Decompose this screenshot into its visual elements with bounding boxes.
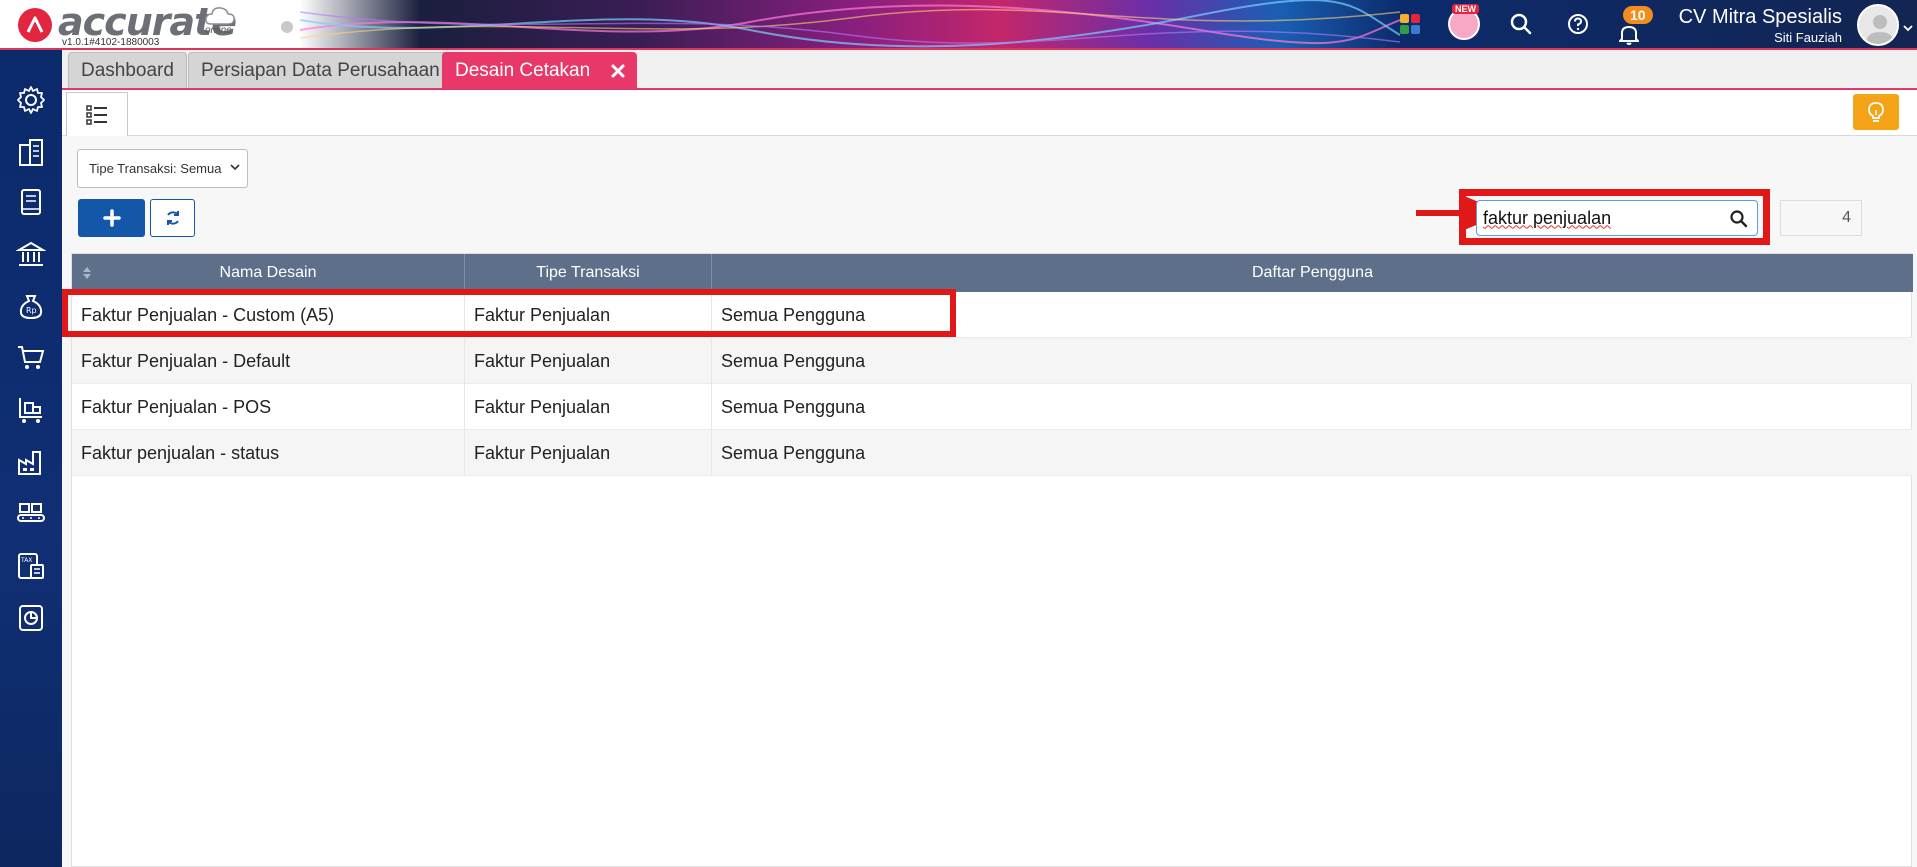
new-badge: NEW [1452,4,1479,14]
help-icon[interactable] [1566,12,1590,36]
sort-icon[interactable] [82,266,92,280]
tax-icon[interactable]: TAX [13,548,49,584]
search-icon[interactable] [1509,12,1533,36]
gear-icon[interactable] [13,82,49,118]
column-header-tipe-transaksi[interactable]: Tipe Transaksi [465,254,712,292]
cell-tipe-transaksi: Faktur Penjualan [465,384,712,430]
tab-desain-cetakan-label: Desain Cetakan [455,60,591,81]
conveyor-icon[interactable] [13,496,49,532]
bell-icon[interactable] [1617,22,1641,46]
report-icon[interactable] [13,600,49,636]
bank-icon[interactable] [13,236,49,272]
accurate-logo-icon[interactable] [18,8,52,42]
version-label: v1.0.1#4102-1880003 [62,37,160,48]
table-row[interactable]: Faktur Penjualan - POS Faktur Penjualan … [72,384,1913,430]
transaction-type-filter[interactable]: Tipe Transaksi: Semua [77,149,248,188]
user-name[interactable]: Siti Fauziah [1774,30,1842,45]
notification-count-badge: 10 [1623,6,1653,24]
tips-button[interactable] [1853,94,1899,130]
filter-label: Tipe Transaksi: Semua [89,161,222,176]
tab-dashboard[interactable]: Dashboard [68,52,187,88]
view-toolbar [62,92,1917,136]
svg-text:TAX: TAX [20,557,32,564]
factory-icon[interactable] [13,444,49,480]
design-table: Nama Desain Tipe Transaksi Daftar Penggu… [71,253,1913,867]
cell-daftar-pengguna: Semua Pengguna [721,351,866,371]
cell-daftar-pengguna: Semua Pengguna [721,397,866,417]
book-icon[interactable] [13,184,49,220]
column-header-daftar-pengguna[interactable]: Daftar Pengguna [712,254,1913,292]
table-row[interactable]: Faktur Penjualan - Custom (A5) Faktur Pe… [72,292,1913,338]
money-bag-icon[interactable]: Rp [13,288,49,324]
list-icon [86,104,107,125]
logo-subtitle: online [205,25,232,36]
search-icon[interactable] [1729,209,1749,229]
tab-desain-cetakan[interactable]: Desain Cetakan [442,52,638,88]
cell-daftar-pengguna: Semua Pengguna [721,305,866,325]
table-header: Nama Desain Tipe Transaksi Daftar Penggu… [72,254,1913,292]
tab-strip: Dashboard Persiapan Data Perusahaan Desa… [62,50,1917,90]
company-name[interactable]: CV Mitra Spesialis [1679,6,1842,29]
cell-tipe-transaksi: Faktur Penjualan [465,430,712,476]
building-icon[interactable] [13,134,49,170]
close-icon[interactable] [610,63,626,79]
cell-tipe-transaksi: Faktur Penjualan [465,338,712,384]
lightbulb-icon [1868,102,1884,122]
status-dot [281,21,293,33]
cell-nama-desain: Faktur Penjualan - Custom (A5) [72,292,465,338]
search-box[interactable] [1476,200,1758,236]
trolley-icon[interactable] [13,392,49,428]
decorative-waves [300,0,1400,48]
refresh-button[interactable] [150,199,195,237]
add-button[interactable] [78,199,145,237]
list-view-button[interactable] [66,92,128,136]
tab-persiapan-data-perusahaan[interactable]: Persiapan Data Perusahaan [188,52,453,88]
column-header-label: Nama Desain [219,264,317,281]
sidebar: Rp TAX [0,50,62,867]
search-input[interactable] [1483,203,1723,233]
column-header-nama-desain[interactable]: Nama Desain [72,254,465,292]
cell-nama-desain: Faktur Penjualan - POS [72,384,465,430]
table-row[interactable]: Faktur penjualan - status Faktur Penjual… [72,430,1913,476]
cell-nama-desain: Faktur penjualan - status [72,430,465,476]
table-row[interactable]: Faktur Penjualan - Default Faktur Penjua… [72,338,1913,384]
result-count: 4 [1780,200,1862,236]
cell-nama-desain: Faktur Penjualan - Default [72,338,465,384]
main-content: Tipe Transaksi: Semua 4 Nama Desain Tipe… [62,92,1917,867]
cell-daftar-pengguna: Semua Pengguna [721,443,866,463]
svg-text:Rp: Rp [26,306,37,315]
chevron-down-icon[interactable] [1903,19,1913,37]
chevron-down-icon [230,164,240,171]
apps-grid-icon[interactable] [1398,12,1422,36]
cell-tipe-transaksi: Faktur Penjualan [465,292,712,338]
cloud-icon [205,7,235,25]
top-bar: accurate online v1.0.1#4102-1880003 NEW … [0,0,1917,50]
refresh-icon [166,211,179,225]
plus-icon [102,209,121,227]
cart-icon[interactable] [13,340,49,376]
user-avatar[interactable] [1857,4,1899,46]
